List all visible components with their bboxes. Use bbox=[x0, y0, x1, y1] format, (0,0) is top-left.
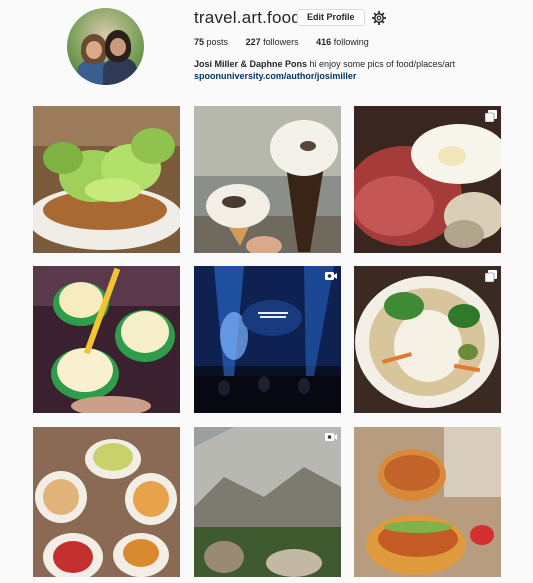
profile-full-name: Josi Miller & Daphne Pons bbox=[194, 59, 308, 69]
followers-stat[interactable]: 227 followers bbox=[246, 37, 299, 47]
avatar[interactable] bbox=[67, 8, 144, 85]
post-tile[interactable] bbox=[354, 106, 501, 253]
edit-profile-button[interactable]: Edit Profile bbox=[297, 9, 365, 26]
post-tile[interactable] bbox=[194, 427, 341, 577]
gear-icon[interactable] bbox=[372, 11, 386, 25]
video-icon bbox=[325, 433, 337, 441]
profile-header: travel.art.food Edit Profile 75 posts 22… bbox=[0, 0, 533, 100]
post-tile[interactable] bbox=[33, 427, 180, 577]
profile-bio: Josi Miller & Daphne Pons hi enjoy some … bbox=[194, 58, 455, 82]
post-tile[interactable] bbox=[33, 106, 180, 253]
post-tile[interactable] bbox=[33, 266, 180, 413]
multiple-photos-icon bbox=[485, 110, 497, 122]
post-tile[interactable] bbox=[354, 266, 501, 413]
profile-stats: 75 posts 227 followers 416 following bbox=[194, 37, 384, 47]
video-icon bbox=[325, 272, 337, 280]
posts-grid bbox=[33, 106, 501, 583]
bio-text: hi enjoy some pics of food/places/art bbox=[309, 59, 456, 69]
following-stat[interactable]: 416 following bbox=[316, 37, 369, 47]
post-tile[interactable] bbox=[354, 427, 501, 577]
profile-website-link[interactable]: spoonuniversity.com/author/josimiller bbox=[194, 70, 455, 82]
profile-username: travel.art.food bbox=[194, 8, 301, 27]
post-tile[interactable] bbox=[194, 266, 341, 413]
posts-stat: 75 posts bbox=[194, 37, 229, 47]
multiple-photos-icon bbox=[485, 270, 497, 282]
post-tile[interactable] bbox=[194, 106, 341, 253]
